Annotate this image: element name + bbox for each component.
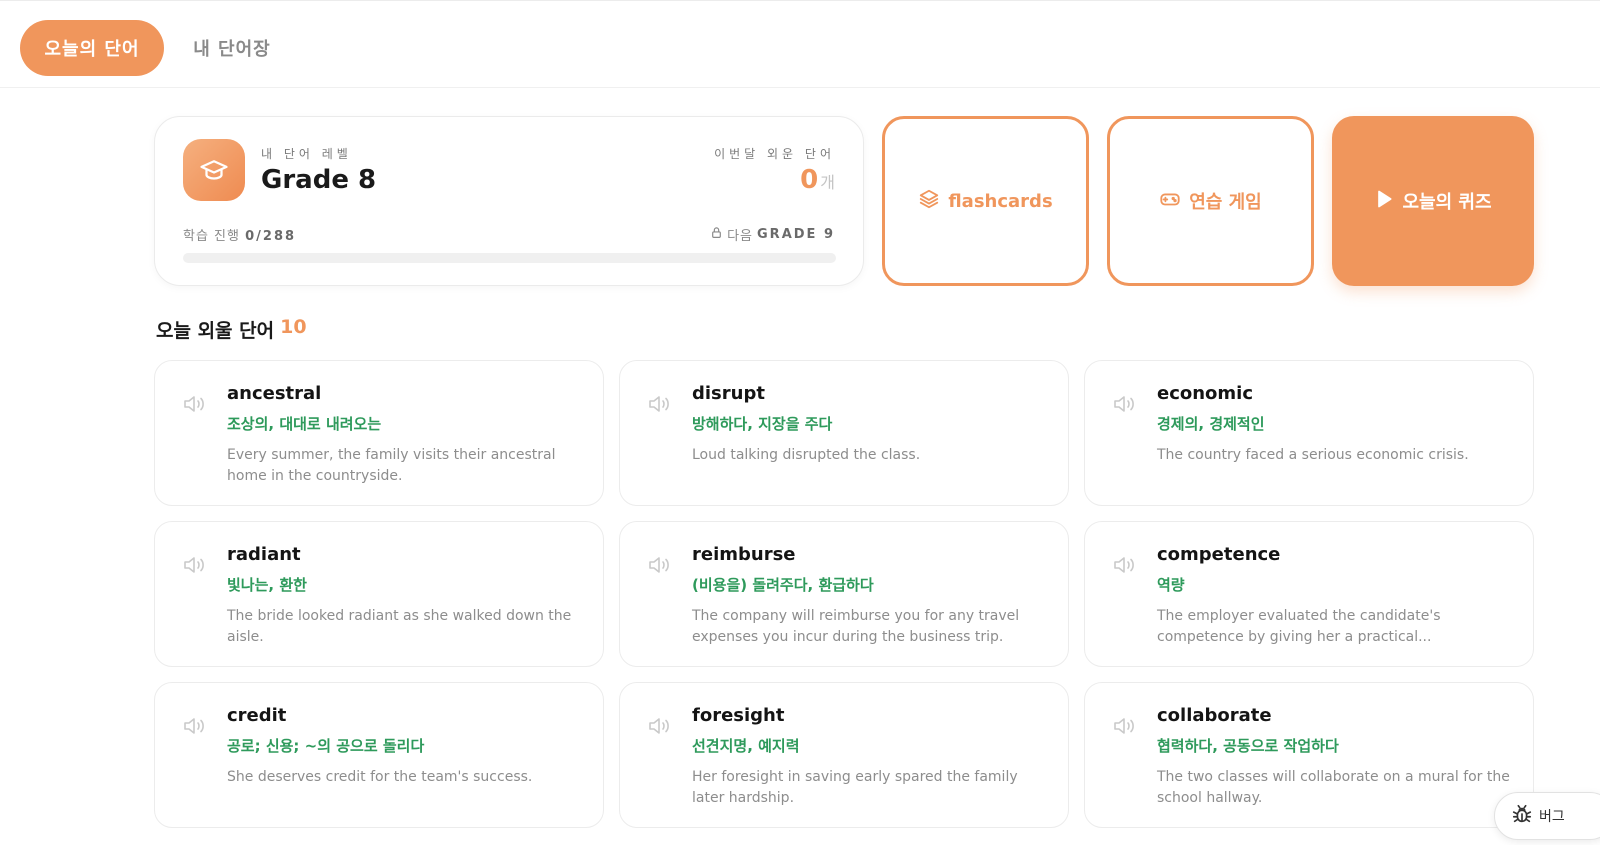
word-meaning: 조상의, 대대로 내려오는 <box>227 415 382 433</box>
section-word-count: 10 <box>280 316 307 338</box>
word-card[interactable]: competence 역량 The employer evaluated the… <box>1084 521 1534 667</box>
speaker-icon[interactable] <box>183 394 207 414</box>
word-term: economic <box>1157 383 1254 404</box>
word-card[interactable]: radiant 빛나는, 환한 The bride looked radiant… <box>154 521 604 667</box>
word-example: The two classes will collaborate on a mu… <box>1157 769 1510 806</box>
next-prefix: 다음 <box>727 229 754 244</box>
word-example: The employer evaluated the candidate's c… <box>1157 608 1441 645</box>
monthly-words-value: 0 개 <box>800 165 835 195</box>
word-meaning: 방해하다, 지장을 주다 <box>692 415 833 433</box>
monthly-words-count: 0 <box>800 165 819 195</box>
level-label: 내 단어 레벨 <box>261 147 352 161</box>
flashcards-button[interactable]: flashcards <box>882 116 1089 286</box>
bug-report-label: 버그 <box>1539 809 1565 825</box>
word-card[interactable]: foresight 선견지명, 예지력 Her foresight in sav… <box>619 682 1069 828</box>
word-meaning: (비용을) 돌려주다, 환급하다 <box>692 576 874 594</box>
speaker-icon[interactable] <box>648 555 672 575</box>
section-title-text: 오늘 외울 단어 <box>156 320 275 342</box>
word-term: radiant <box>227 544 301 565</box>
word-example: The country faced a serious economic cri… <box>1157 447 1469 463</box>
today-quiz-button[interactable]: 오늘의 퀴즈 <box>1332 116 1534 286</box>
top-navigation: 오늘의 단어 내 단어장 <box>0 0 1600 88</box>
next-grade: GRADE 9 <box>757 227 835 242</box>
word-meaning: 경제의, 경제적인 <box>1157 415 1265 433</box>
word-card[interactable]: ancestral 조상의, 대대로 내려오는 Every summer, th… <box>154 360 604 506</box>
bug-report-button[interactable]: 버그 <box>1494 792 1600 840</box>
practice-game-button[interactable]: 연습 게임 <box>1107 116 1314 286</box>
speaker-icon[interactable] <box>648 716 672 736</box>
flashcards-label: flashcards <box>948 190 1053 212</box>
word-card[interactable]: disrupt 방해하다, 지장을 주다 Loud talking disrup… <box>619 360 1069 506</box>
speaker-icon[interactable] <box>183 555 207 575</box>
speaker-icon[interactable] <box>1113 394 1137 414</box>
word-example: Every summer, the family visits their an… <box>227 447 556 484</box>
speaker-icon[interactable] <box>1113 555 1137 575</box>
word-example: The bride looked radiant as she walked d… <box>227 608 572 645</box>
word-example: She deserves credit for the team's succe… <box>227 769 533 785</box>
word-card[interactable]: economic 경제의, 경제적인 The country faced a s… <box>1084 360 1534 506</box>
word-meaning: 선견지명, 예지력 <box>692 737 800 755</box>
tab-my-wordbook[interactable]: 내 단어장 <box>178 20 286 76</box>
practice-game-label: 연습 게임 <box>1189 192 1262 213</box>
level-card: 내 단어 레벨 Grade 8 이번달 외운 단어 0 개 학습 진행 0/28… <box>154 116 864 286</box>
word-term: foresight <box>692 705 785 726</box>
progress-text: 0/288 <box>245 229 297 244</box>
word-term: credit <box>227 705 287 726</box>
word-example: The company will reimburse you for any t… <box>692 608 1020 645</box>
today-quiz-label: 오늘의 퀴즈 <box>1402 192 1492 213</box>
word-meaning: 빛나는, 환한 <box>227 576 307 594</box>
word-term: reimburse <box>692 544 796 565</box>
speaker-icon[interactable] <box>183 716 207 736</box>
speaker-icon[interactable] <box>648 394 672 414</box>
word-example: Her foresight in saving early spared the… <box>692 769 1018 806</box>
word-card-grid: ancestral 조상의, 대대로 내려오는 Every summer, th… <box>154 360 1534 828</box>
progress-prefix: 학습 진행 <box>183 229 240 244</box>
bug-icon <box>1511 803 1533 829</box>
graduation-cap-icon <box>183 139 245 201</box>
lock-icon <box>710 226 723 243</box>
monthly-words-label: 이번달 외운 단어 <box>714 147 835 161</box>
layers-icon <box>918 188 940 215</box>
word-term: collaborate <box>1157 705 1272 726</box>
word-term: disrupt <box>692 383 765 404</box>
level-value: Grade 8 <box>261 165 377 195</box>
progress-label: 학습 진행 0/288 <box>183 225 296 244</box>
monthly-words-unit: 개 <box>820 173 835 192</box>
tab-today-words[interactable]: 오늘의 단어 <box>20 20 164 76</box>
word-term: ancestral <box>227 383 322 404</box>
word-meaning: 협력하다, 공동으로 작업하다 <box>1157 737 1339 755</box>
section-title: 오늘 외울 단어 10 <box>156 316 307 343</box>
play-icon <box>1374 189 1394 214</box>
gamepad-icon <box>1159 188 1181 215</box>
speaker-icon[interactable] <box>1113 716 1137 736</box>
word-card[interactable]: reimburse (비용을) 돌려주다, 환급하다 The company w… <box>619 521 1069 667</box>
next-grade-label: 다음 GRADE 9 <box>710 225 835 244</box>
word-card[interactable]: collaborate 협력하다, 공동으로 작업하다 The two clas… <box>1084 682 1534 828</box>
word-example: Loud talking disrupted the class. <box>692 447 921 463</box>
progress-bar <box>183 253 836 263</box>
word-meaning: 공로; 신용; ~의 공으로 돌리다 <box>227 737 425 755</box>
word-meaning: 역량 <box>1157 576 1185 594</box>
word-card[interactable]: credit 공로; 신용; ~의 공으로 돌리다 She deserves c… <box>154 682 604 828</box>
word-term: competence <box>1157 544 1281 565</box>
